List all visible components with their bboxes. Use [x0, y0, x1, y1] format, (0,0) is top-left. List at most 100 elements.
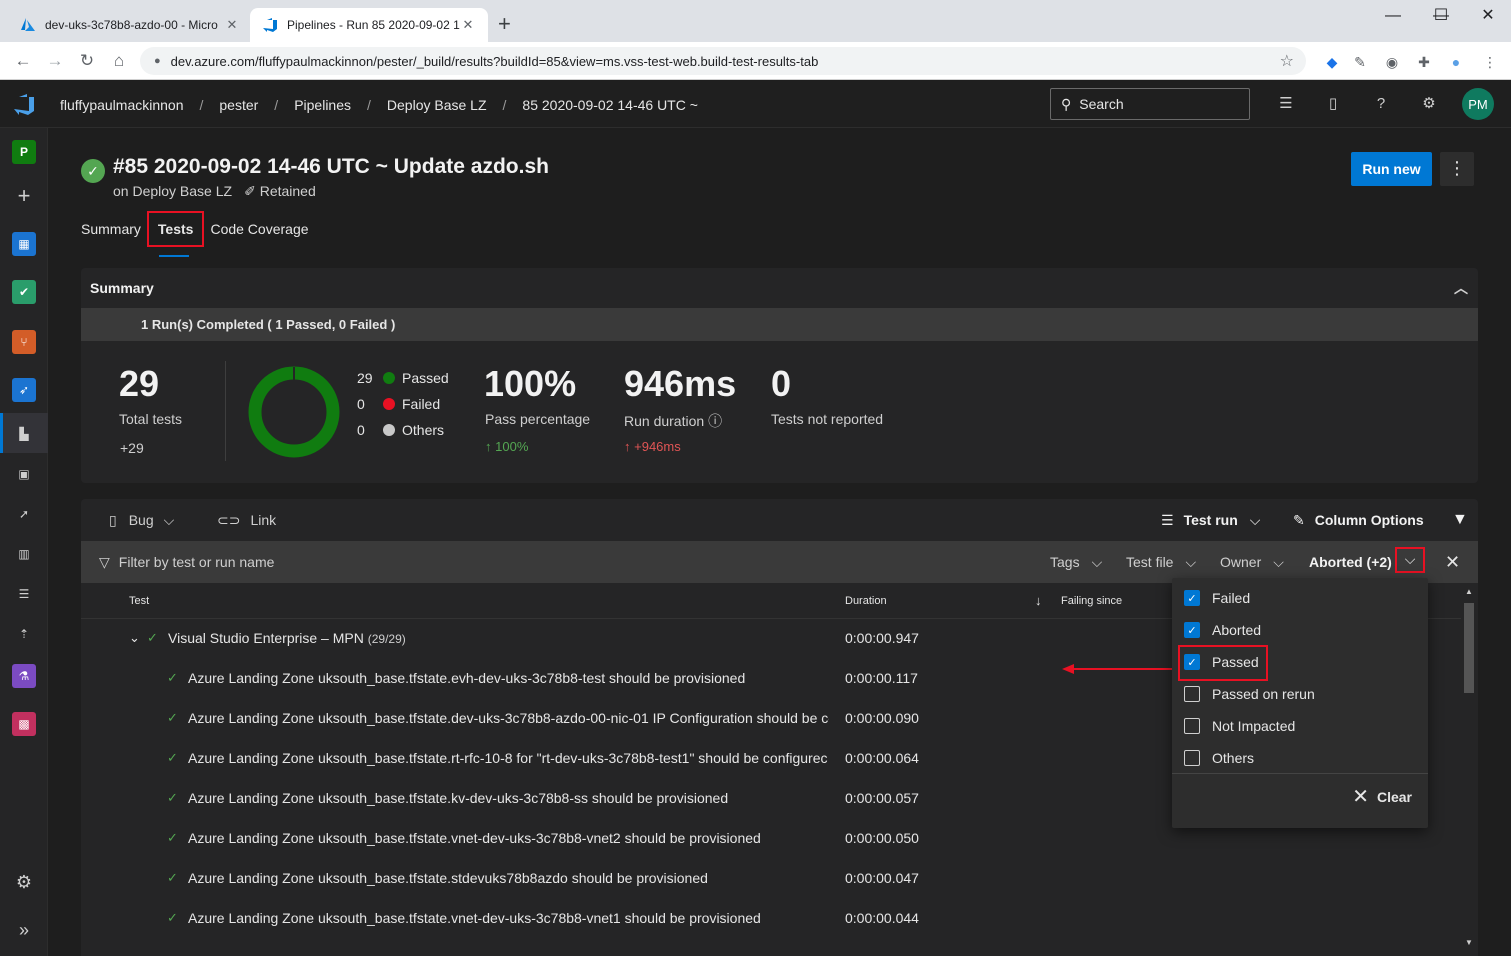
table-row[interactable]: ✓ Azure Landing Zone uksouth_base.tfstat… [81, 899, 1461, 939]
extension-icon[interactable]: ◆ [1322, 52, 1342, 72]
clear-filters-close-icon[interactable]: ✕ [1445, 541, 1460, 583]
user-settings-icon[interactable]: ⚙ [1419, 94, 1439, 114]
donut-passed-arc [248, 366, 340, 458]
scroll-thumb[interactable] [1464, 603, 1474, 693]
sort-down-arrow-icon[interactable]: ↓ [1035, 593, 1042, 608]
results-scrollbar[interactable]: ▲ ▼ [1461, 583, 1478, 956]
owner-filter[interactable]: Owner ⌵ [1220, 541, 1284, 583]
tab-summary[interactable]: Summary [81, 221, 141, 237]
scroll-up-icon[interactable]: ▲ [1465, 587, 1473, 596]
deployment-groups-icon[interactable]: ⇡ [12, 622, 36, 646]
tab-code-coverage[interactable]: Code Coverage [210, 221, 308, 237]
check-icon: ✓ [167, 870, 178, 885]
filter-input[interactable]: ▽ Filter by test or run name [99, 541, 274, 583]
environments-icon[interactable]: ▣ [12, 462, 36, 486]
pipeline-name[interactable]: on Deploy Base LZ [113, 183, 232, 200]
test-run-dropdown[interactable]: ☰ Test run ⌵ [1161, 499, 1260, 541]
test-file-filter[interactable]: Test file ⌵ [1126, 541, 1196, 583]
overview-icon[interactable]: ▦ [12, 232, 36, 256]
chevron-up-icon[interactable]: ︿ [1454, 278, 1468, 298]
profile-icon[interactable]: ● [1446, 52, 1466, 72]
help-icon[interactable]: ? [1371, 94, 1391, 114]
checkbox-icon[interactable] [1184, 750, 1200, 766]
collapse-nav-icon[interactable]: » [12, 918, 36, 942]
back-icon[interactable]: ← [12, 50, 34, 72]
outcome-filter[interactable]: Aborted (+2) [1309, 541, 1392, 583]
pipelines-icon[interactable]: ➶ [12, 378, 36, 402]
close-window-icon[interactable]: ✕ [1465, 4, 1511, 28]
checkbox-checked-icon[interactable]: ✓ [1184, 590, 1200, 606]
project-settings-icon[interactable]: ⚙ [12, 870, 36, 894]
clear-button[interactable]: ✕ Clear [1352, 787, 1412, 807]
maximize-window-icon[interactable]: ☐ [1418, 4, 1464, 28]
task-groups-icon[interactable]: ☰ [12, 582, 36, 606]
browser-tab-2[interactable]: Pipelines - Run 85 2020-09-02 14 ✕ [250, 8, 488, 42]
project-avatar-icon[interactable]: P [12, 140, 36, 164]
circle-extension-icon[interactable]: ◉ [1382, 52, 1402, 72]
new-tab-button[interactable]: + [498, 12, 511, 36]
option-failed[interactable]: ✓ Failed [1172, 582, 1428, 614]
info-icon[interactable]: ⓘ [708, 413, 722, 429]
breadcrumb-org[interactable]: fluffypaulmackinnon [60, 97, 183, 113]
pen-extension-icon[interactable]: ✎ [1350, 52, 1370, 72]
summary-header[interactable]: Summary ︿ [81, 268, 1478, 308]
list-settings-icon[interactable]: ☰ [1276, 94, 1296, 114]
artifacts-icon[interactable]: ▩ [12, 712, 36, 736]
option-label: Failed [1212, 590, 1251, 606]
breadcrumb-pipelines[interactable]: Pipelines [294, 97, 351, 113]
forward-icon[interactable]: → [44, 50, 66, 72]
avatar[interactable]: PM [1462, 88, 1494, 120]
run-new-button[interactable]: Run new [1351, 152, 1432, 186]
link-button[interactable]: ⊂⊃ Link [217, 499, 276, 541]
browser-tab-1[interactable]: dev-uks-3c78b8-azdo-00 - Micro ✕ [8, 8, 252, 42]
option-passed-on-rerun[interactable]: Passed on rerun [1172, 678, 1428, 710]
checkbox-checked-icon[interactable]: ✓ [1184, 622, 1200, 638]
search-input[interactable]: ⚲ Search [1050, 88, 1250, 120]
test-plans-icon[interactable]: ⚗ [12, 664, 36, 688]
outcome-chevron-down-icon[interactable]: ⌵ [1395, 547, 1425, 573]
column-options-button[interactable]: ✎ Column Options [1293, 499, 1424, 541]
table-row[interactable]: ✓ Azure Landing Zone uksouth_base.tfstat… [81, 859, 1461, 899]
breadcrumb-run[interactable]: 85 2020-09-02 14-46 UTC ~ [522, 97, 698, 113]
column-test[interactable]: Test [129, 595, 149, 607]
option-label: Aborted [1212, 622, 1262, 638]
pipelines-sub-icon[interactable]: ▙ [12, 422, 36, 446]
column-duration[interactable]: Duration [845, 595, 887, 607]
bookmark-star-icon[interactable]: ☆ [1280, 51, 1294, 71]
summary-title: Summary [90, 280, 154, 296]
breadcrumb-project[interactable]: pester [219, 97, 258, 113]
repos-icon[interactable]: ⑂ [12, 330, 36, 354]
marketplace-bag-icon[interactable]: ▯ [1323, 94, 1343, 114]
chevron-down-icon[interactable]: ⌄ [129, 630, 140, 646]
close-tab-icon[interactable]: ✕ [224, 17, 240, 33]
option-others[interactable]: Others [1172, 742, 1428, 774]
option-not-impacted[interactable]: Not Impacted [1172, 710, 1428, 742]
filter-funnel-icon[interactable]: ▼ [1452, 499, 1468, 541]
column-failing-since[interactable]: Failing since [1061, 595, 1122, 607]
scroll-down-icon[interactable]: ▼ [1465, 938, 1473, 947]
checkbox-icon[interactable] [1184, 686, 1200, 702]
boards-icon[interactable]: ✔ [12, 280, 36, 304]
azure-devops-logo-icon[interactable] [12, 93, 36, 117]
tags-filter[interactable]: Tags ⌵ [1050, 541, 1102, 583]
releases-icon[interactable]: ➚ [12, 502, 36, 526]
tab-tests[interactable]: Tests [146, 211, 205, 257]
puzzle-icon[interactable]: ✚ [1414, 52, 1434, 72]
breadcrumb-pipeline[interactable]: Deploy Base LZ [387, 97, 487, 113]
url-field[interactable]: ● dev.azure.com/fluffypaulmackinnon/pest… [140, 47, 1306, 75]
bug-button[interactable]: ▯ Bug ⌵ [109, 499, 174, 541]
reload-icon[interactable]: ↻ [76, 50, 98, 72]
run-duration-label: Run duration ⓘ [624, 413, 723, 429]
devops-icon [262, 17, 278, 33]
legend-label: Others [402, 422, 445, 438]
browser-menu-icon[interactable]: ⋮ [1480, 52, 1500, 72]
option-aborted[interactable]: ✓ Aborted [1172, 614, 1428, 646]
more-actions-button[interactable]: ⋮ [1440, 152, 1474, 186]
home-icon[interactable]: ⌂ [108, 50, 130, 72]
address-bar: ← → ↻ ⌂ ● dev.azure.com/fluffypaulmackin… [0, 42, 1511, 80]
checkbox-icon[interactable] [1184, 718, 1200, 734]
minimize-window-icon[interactable]: — [1370, 4, 1416, 28]
library-icon[interactable]: ▥ [12, 542, 36, 566]
add-icon[interactable]: + [12, 183, 36, 208]
close-tab-icon[interactable]: ✕ [460, 17, 476, 33]
